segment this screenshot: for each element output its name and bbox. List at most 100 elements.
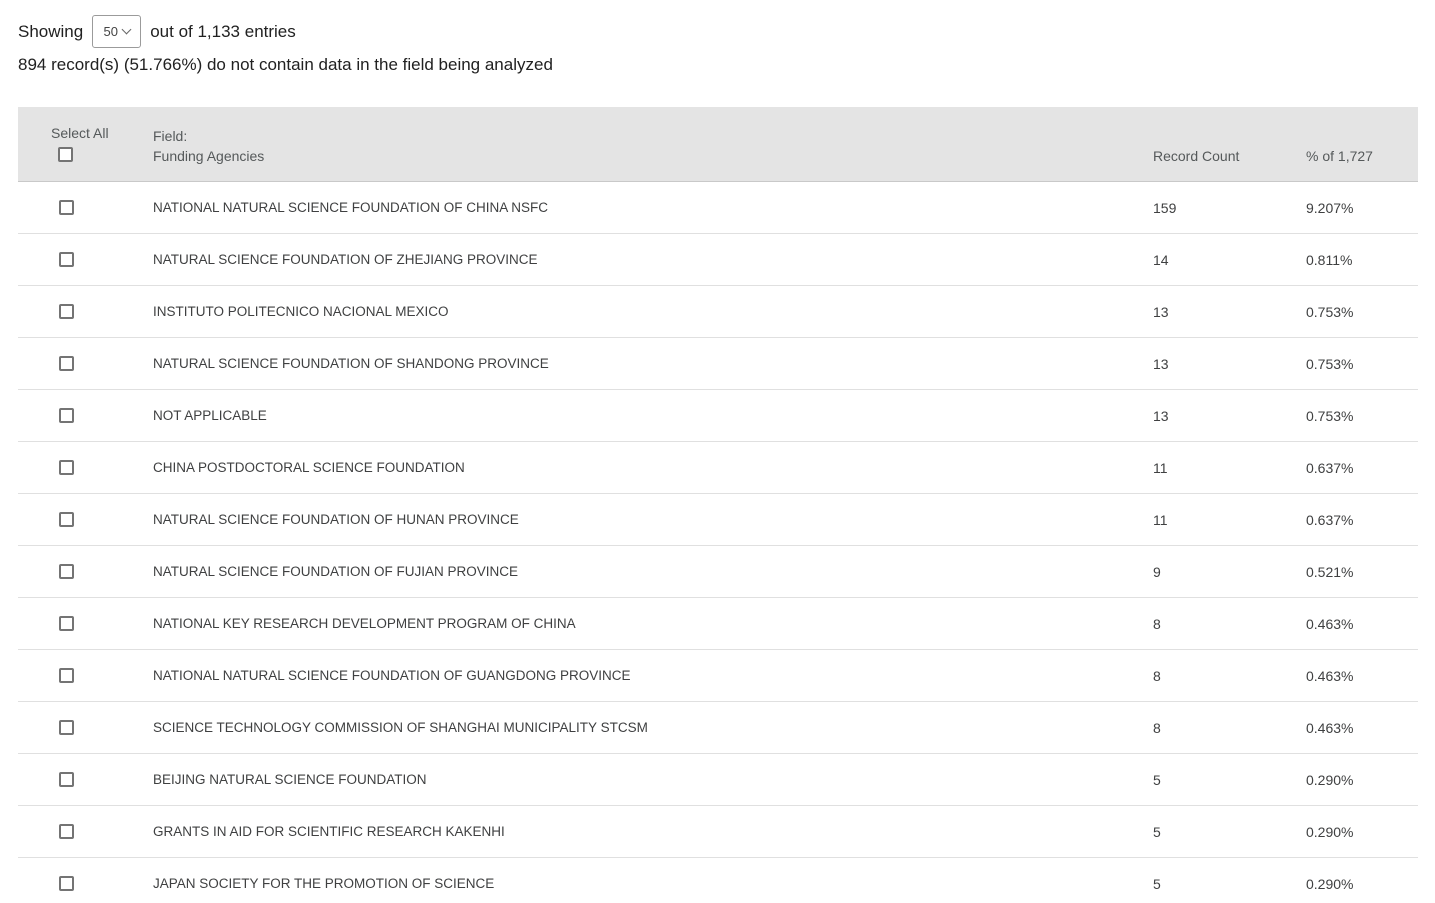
row-agency-name: NATIONAL NATURAL SCIENCE FOUNDATION OF G…: [153, 668, 1153, 683]
table-row: NATIONAL NATURAL SCIENCE FOUNDATION OF G…: [18, 650, 1418, 702]
table-row: NATIONAL KEY RESEARCH DEVELOPMENT PROGRA…: [18, 598, 1418, 650]
row-record-count: 9: [1153, 564, 1306, 580]
table-header: Select All Field: Funding Agencies Recor…: [18, 107, 1418, 182]
showing-label: Showing: [18, 22, 83, 42]
row-checkbox-cell: [18, 512, 153, 527]
row-agency-name: NATURAL SCIENCE FOUNDATION OF ZHEJIANG P…: [153, 252, 1153, 267]
row-percent: 0.753%: [1306, 304, 1418, 320]
row-percent: 0.463%: [1306, 720, 1418, 736]
row-checkbox-cell: [18, 200, 153, 215]
row-agency-name: GRANTS IN AID FOR SCIENTIFIC RESEARCH KA…: [153, 824, 1153, 839]
row-percent: 0.637%: [1306, 512, 1418, 528]
row-percent: 0.463%: [1306, 668, 1418, 684]
table-row: NATURAL SCIENCE FOUNDATION OF HUNAN PROV…: [18, 494, 1418, 546]
record-count-header: Record Count: [1153, 107, 1306, 181]
row-agency-name: NATURAL SCIENCE FOUNDATION OF SHANDONG P…: [153, 356, 1153, 371]
field-header: Field: Funding Agencies: [153, 107, 1153, 181]
table-row: NATURAL SCIENCE FOUNDATION OF FUJIAN PRO…: [18, 546, 1418, 598]
page-size-value: 50: [103, 24, 117, 39]
row-agency-name: NATIONAL NATURAL SCIENCE FOUNDATION OF C…: [153, 200, 1153, 215]
row-checkbox-cell: [18, 356, 153, 371]
row-checkbox[interactable]: [59, 616, 74, 631]
row-checkbox-cell: [18, 616, 153, 631]
row-checkbox-cell: [18, 304, 153, 319]
row-percent: 9.207%: [1306, 200, 1418, 216]
row-percent: 0.753%: [1306, 356, 1418, 372]
row-agency-name: CHINA POSTDOCTORAL SCIENCE FOUNDATION: [153, 460, 1153, 475]
row-agency-name: BEIJING NATURAL SCIENCE FOUNDATION: [153, 772, 1153, 787]
row-record-count: 8: [1153, 616, 1306, 632]
row-record-count: 13: [1153, 408, 1306, 424]
row-checkbox[interactable]: [59, 512, 74, 527]
percent-header: % of 1,727: [1306, 107, 1418, 181]
row-percent: 0.521%: [1306, 564, 1418, 580]
table-row: NATURAL SCIENCE FOUNDATION OF ZHEJIANG P…: [18, 234, 1418, 286]
row-checkbox[interactable]: [59, 408, 74, 423]
row-percent: 0.290%: [1306, 876, 1418, 892]
entries-label: out of 1,133 entries: [150, 22, 296, 42]
row-percent: 0.811%: [1306, 252, 1418, 268]
row-checkbox-cell: [18, 824, 153, 839]
row-checkbox-cell: [18, 668, 153, 683]
row-record-count: 13: [1153, 304, 1306, 320]
row-record-count: 11: [1153, 512, 1306, 528]
table-row: NOT APPLICABLE130.753%: [18, 390, 1418, 442]
row-checkbox-cell: [18, 460, 153, 475]
table-row: INSTITUTO POLITECNICO NACIONAL MEXICO130…: [18, 286, 1418, 338]
missing-data-note: 894 record(s) (51.766%) do not contain d…: [18, 55, 1418, 75]
row-agency-name: NATURAL SCIENCE FOUNDATION OF HUNAN PROV…: [153, 512, 1153, 527]
row-checkbox-cell: [18, 408, 153, 423]
row-percent: 0.290%: [1306, 824, 1418, 840]
row-checkbox[interactable]: [59, 772, 74, 787]
row-agency-name: NOT APPLICABLE: [153, 408, 1153, 423]
row-percent: 0.637%: [1306, 460, 1418, 476]
row-record-count: 159: [1153, 200, 1306, 216]
table-row: JAPAN SOCIETY FOR THE PROMOTION OF SCIEN…: [18, 858, 1418, 903]
row-checkbox[interactable]: [59, 564, 74, 579]
select-all-header: Select All: [18, 107, 153, 181]
row-agency-name: SCIENCE TECHNOLOGY COMMISSION OF SHANGHA…: [153, 720, 1153, 735]
row-record-count: 13: [1153, 356, 1306, 372]
row-record-count: 5: [1153, 876, 1306, 892]
row-checkbox-cell: [18, 720, 153, 735]
row-checkbox[interactable]: [59, 304, 74, 319]
funding-agencies-table: Select All Field: Funding Agencies Recor…: [18, 107, 1418, 903]
row-record-count: 8: [1153, 668, 1306, 684]
row-record-count: 5: [1153, 824, 1306, 840]
chevron-down-icon: [122, 25, 132, 35]
row-agency-name: INSTITUTO POLITECNICO NACIONAL MEXICO: [153, 304, 1153, 319]
row-percent: 0.463%: [1306, 616, 1418, 632]
row-checkbox[interactable]: [59, 356, 74, 371]
row-checkbox[interactable]: [59, 252, 74, 267]
table-row: BEIJING NATURAL SCIENCE FOUNDATION50.290…: [18, 754, 1418, 806]
row-checkbox[interactable]: [59, 460, 74, 475]
row-record-count: 11: [1153, 460, 1306, 476]
row-agency-name: NATURAL SCIENCE FOUNDATION OF FUJIAN PRO…: [153, 564, 1153, 579]
table-row: NATIONAL NATURAL SCIENCE FOUNDATION OF C…: [18, 182, 1418, 234]
row-checkbox[interactable]: [59, 824, 74, 839]
row-percent: 0.753%: [1306, 408, 1418, 424]
row-checkbox-cell: [18, 876, 153, 891]
row-checkbox-cell: [18, 564, 153, 579]
field-name: Funding Agencies: [153, 146, 1153, 166]
showing-toolbar: Showing 50 out of 1,133 entries: [18, 15, 1418, 48]
table-row: GRANTS IN AID FOR SCIENTIFIC RESEARCH KA…: [18, 806, 1418, 858]
row-agency-name: JAPAN SOCIETY FOR THE PROMOTION OF SCIEN…: [153, 876, 1153, 891]
row-checkbox[interactable]: [59, 200, 74, 215]
row-record-count: 8: [1153, 720, 1306, 736]
table-row: NATURAL SCIENCE FOUNDATION OF SHANDONG P…: [18, 338, 1418, 390]
row-checkbox-cell: [18, 252, 153, 267]
page-size-select[interactable]: 50: [92, 15, 141, 48]
select-all-checkbox[interactable]: [58, 147, 73, 162]
row-checkbox[interactable]: [59, 720, 74, 735]
row-checkbox-cell: [18, 772, 153, 787]
row-checkbox[interactable]: [59, 876, 74, 891]
field-label: Field:: [153, 126, 1153, 146]
row-record-count: 14: [1153, 252, 1306, 268]
results-page: Showing 50 out of 1,133 entries 894 reco…: [0, 0, 1435, 903]
row-agency-name: NATIONAL KEY RESEARCH DEVELOPMENT PROGRA…: [153, 616, 1153, 631]
row-checkbox[interactable]: [59, 668, 74, 683]
table-row: SCIENCE TECHNOLOGY COMMISSION OF SHANGHA…: [18, 702, 1418, 754]
table-body: NATIONAL NATURAL SCIENCE FOUNDATION OF C…: [18, 182, 1418, 903]
row-percent: 0.290%: [1306, 772, 1418, 788]
